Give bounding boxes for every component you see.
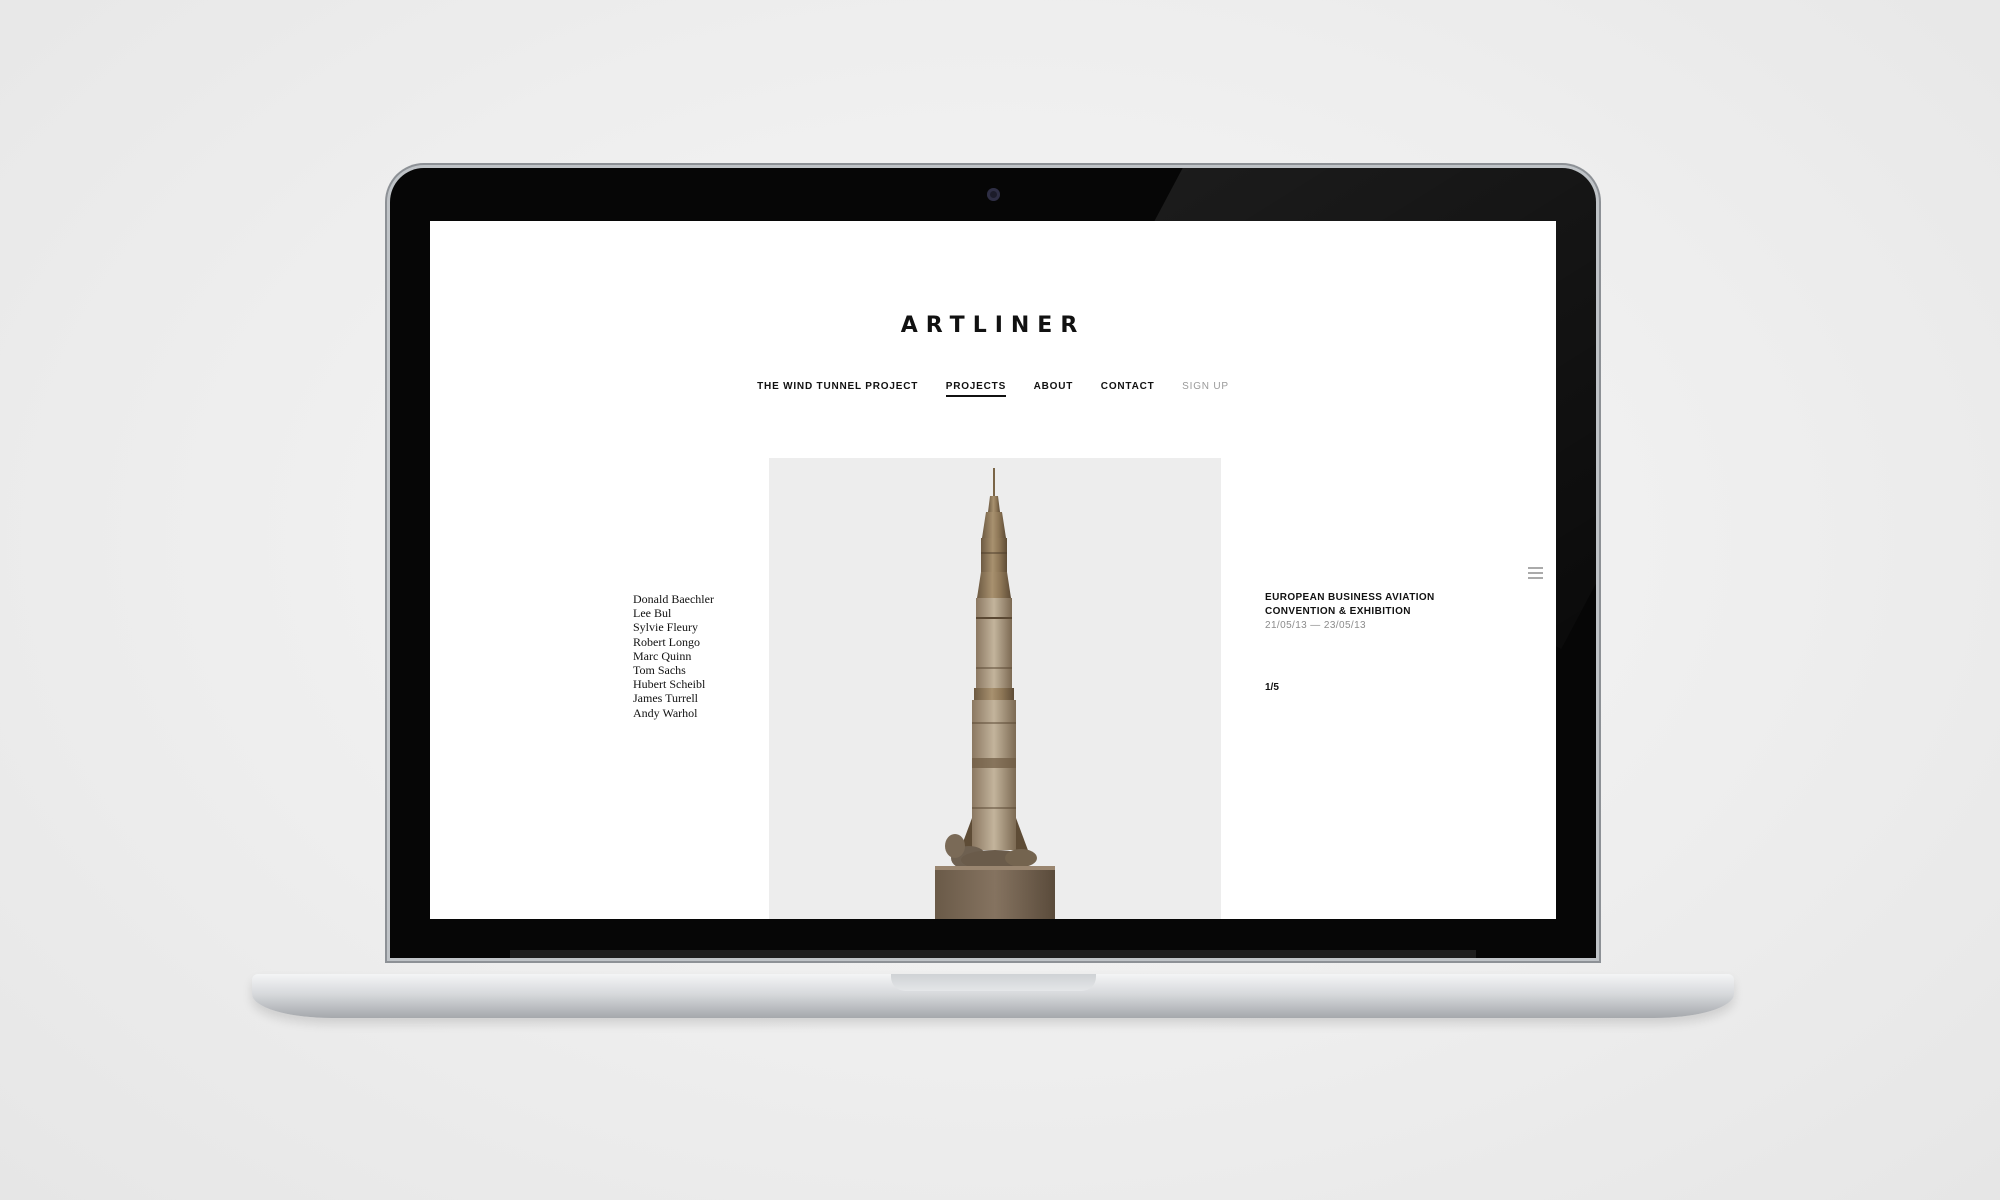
artist-link[interactable]: Robert Longo (633, 635, 714, 649)
browser-viewport: ARTLINER THE WIND TUNNEL PROJECT PROJECT… (430, 221, 1556, 919)
camera-icon (987, 188, 1000, 201)
slide-counter: 1/5 (1265, 682, 1279, 693)
artist-link[interactable]: Donald Baechler (633, 592, 714, 606)
nav-item-sign-up[interactable]: SIGN UP (1182, 381, 1229, 395)
event-title-line-2[interactable]: CONVENTION & EXHIBITION (1265, 605, 1455, 619)
nav-item-about[interactable]: ABOUT (1034, 381, 1074, 395)
artist-link[interactable]: Andy Warhol (633, 706, 714, 720)
nav-item-contact[interactable]: CONTACT (1101, 381, 1155, 395)
artist-list: Donald Baechler Lee Bul Sylvie Fleury Ro… (633, 592, 714, 720)
site-logo[interactable]: ARTLINER (430, 313, 1556, 338)
rocket-sculpture (935, 468, 1055, 919)
event-info: EUROPEAN BUSINESS AVIATION CONVENTION & … (1265, 591, 1455, 633)
event-dates: 21/05/13 — 23/05/13 (1265, 620, 1367, 631)
bezel-chin (510, 950, 1476, 958)
artist-link[interactable]: Sylvie Fleury (633, 620, 714, 634)
artist-link[interactable]: Tom Sachs (633, 663, 714, 677)
artist-link[interactable]: Hubert Scheibl (633, 677, 714, 691)
artist-link[interactable]: Marc Quinn (633, 649, 714, 663)
nav-item-wind-tunnel[interactable]: THE WIND TUNNEL PROJECT (757, 381, 918, 395)
nav-item-projects[interactable]: PROJECTS (945, 381, 1007, 397)
laptop-notch (891, 974, 1096, 991)
hamburger-icon[interactable] (1528, 567, 1543, 580)
artist-link[interactable]: James Turrell (633, 691, 714, 705)
artwork-image[interactable] (769, 458, 1221, 919)
event-title-line-1[interactable]: EUROPEAN BUSINESS AVIATION (1265, 591, 1455, 605)
main-nav: THE WIND TUNNEL PROJECT PROJECTS ABOUT C… (430, 381, 1556, 397)
artist-link[interactable]: Lee Bul (633, 606, 714, 620)
